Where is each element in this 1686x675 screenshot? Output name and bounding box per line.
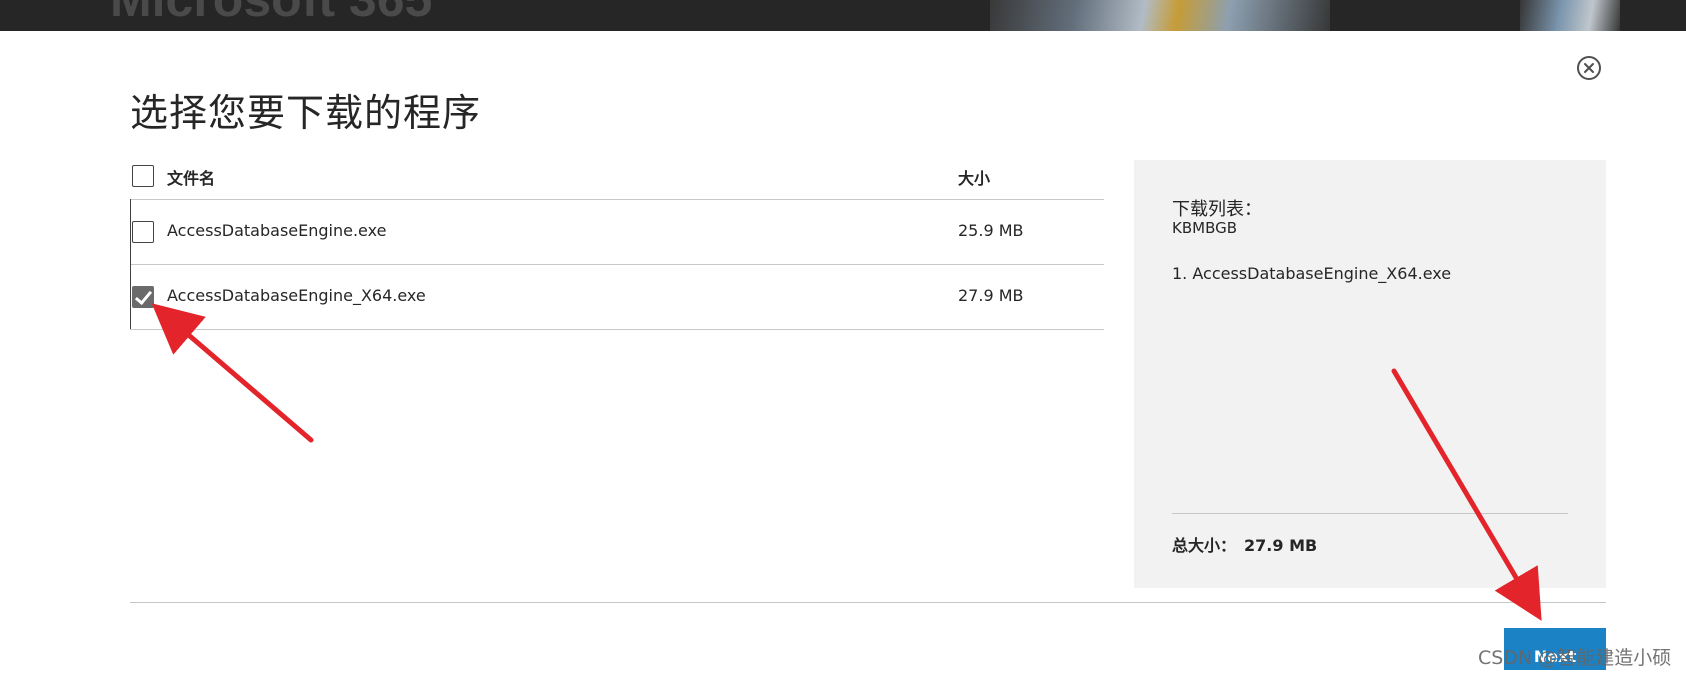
summary-divider [1172, 513, 1568, 514]
top-banner: Microsoft 365 [0, 0, 1686, 31]
summary-subheading: KBMBGB [1172, 219, 1238, 237]
total-size: 总大小： 27.9 MB [1172, 532, 1317, 556]
watermark: CSDN @智能建造小硕 [1478, 647, 1672, 669]
file-checkbox-accessdatabaseengine[interactable] [132, 221, 154, 243]
total-size-label: 总大小： [1172, 536, 1237, 555]
table-row[interactable]: AccessDatabaseEngine.exe 25.9 MB [130, 200, 1104, 265]
select-all-checkbox[interactable] [132, 165, 154, 187]
file-checkbox-accessdatabaseengine-x64[interactable] [132, 286, 154, 308]
file-name: AccessDatabaseEngine.exe [167, 221, 387, 240]
table-header: 文件名 大小 [130, 158, 1104, 200]
dialog-title: 选择您要下载的程序 [130, 91, 482, 135]
close-circle-icon [1584, 63, 1594, 73]
footer-divider [130, 602, 1606, 603]
file-size: 25.9 MB [958, 221, 1024, 240]
column-header-size: 大小 [958, 169, 991, 188]
file-table: 文件名 大小 AccessDatabaseEngine.exe 25.9 MB … [130, 158, 1104, 330]
row-group-rule [130, 199, 131, 329]
table-row[interactable]: AccessDatabaseEngine_X64.exe 27.9 MB [130, 265, 1104, 330]
total-size-value: 27.9 MB [1244, 536, 1318, 555]
annotation-arrow-checkbox [151, 303, 314, 443]
summary-heading: 下载列表： [1172, 199, 1262, 220]
banner-image-secondary [1520, 0, 1620, 31]
banner-image [990, 0, 1330, 31]
page: Microsoft 365 选择您要下载的程序 文件名 大小 AccessDat… [0, 0, 1686, 675]
download-list-item: 1. AccessDatabaseEngine_X64.exe [1172, 264, 1452, 283]
file-size: 27.9 MB [958, 286, 1024, 305]
download-summary-panel: 下载列表： KBMBGB 1. AccessDatabaseEngine_X64… [1134, 160, 1606, 588]
file-name: AccessDatabaseEngine_X64.exe [167, 286, 426, 305]
column-header-name: 文件名 [167, 169, 216, 188]
banner-title: Microsoft 365 [110, 0, 432, 28]
close-button[interactable] [1577, 56, 1601, 80]
